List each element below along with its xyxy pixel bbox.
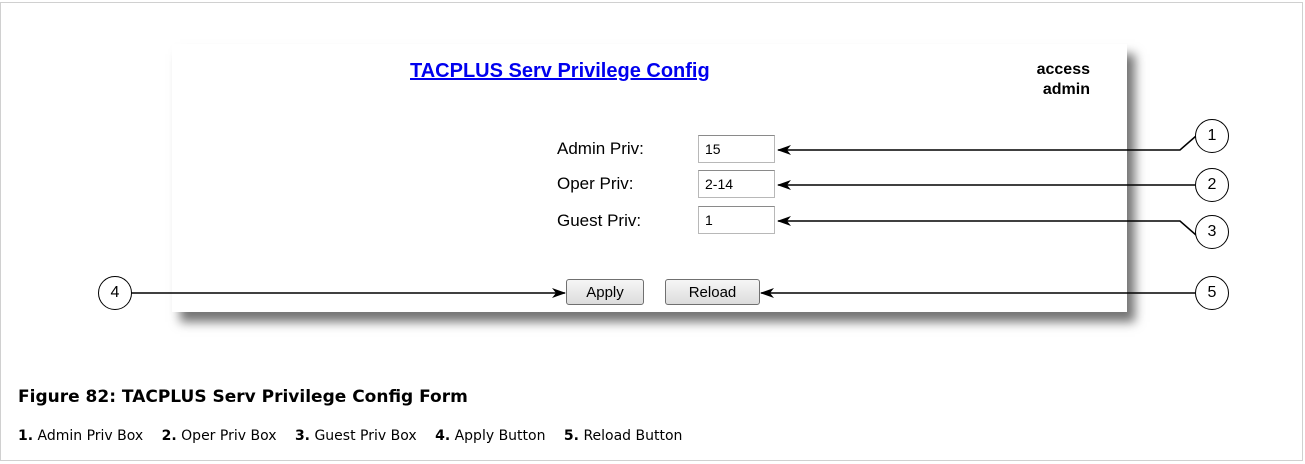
callout-1: 1 [1195,119,1229,153]
figure-caption: Figure 82: TACPLUS Serv Privilege Config… [18,387,468,407]
leader-3 [777,216,1197,236]
callout-legend: 1. Admin Priv Box 2. Oper Priv Box 3. Gu… [18,428,696,444]
legend-item: 4. Apply Button [435,428,546,444]
legend-item: 5. Reload Button [563,428,683,444]
legend-item: 3. Guest Priv Box [294,428,417,444]
legend-item: 2. Oper Priv Box [161,428,277,444]
callout-4: 4 [98,276,132,310]
legend-item: 1. Admin Priv Box [18,428,144,444]
callout-3: 3 [1195,215,1229,249]
callout-2: 2 [1195,168,1229,202]
callout-5: 5 [1195,276,1229,310]
leader-1 [777,135,1197,155]
